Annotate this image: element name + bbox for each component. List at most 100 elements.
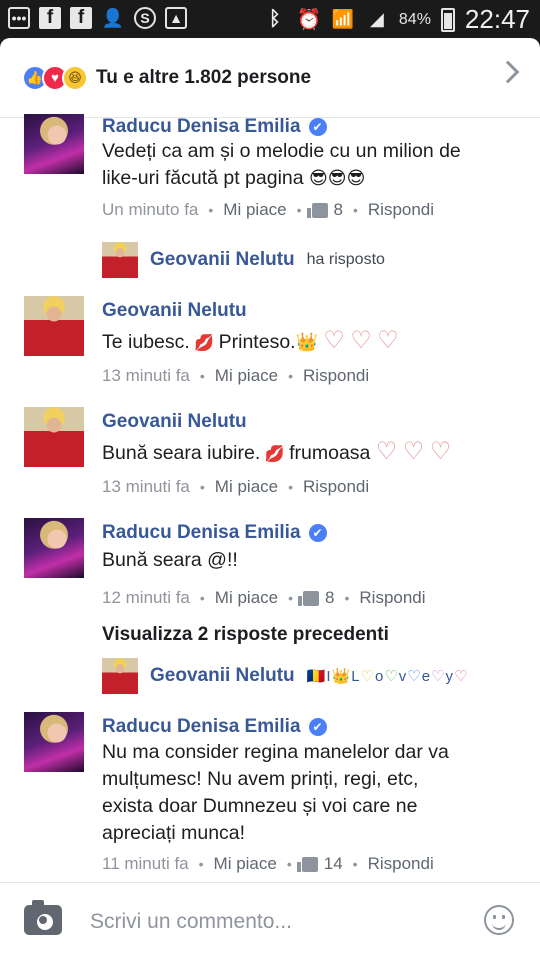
avatar[interactable] [24,712,84,772]
reply-letter: y [445,667,454,685]
comment-text: Vedeți ca am și o melodie cu un milion d… [102,138,461,192]
comment-author[interactable]: Geovanii Nelutu [102,300,247,322]
view-previous-replies[interactable]: Visualizza 2 risposte precedenti [102,624,389,646]
pink-heart-emoji-icon: ♡ [454,668,468,685]
comment-author[interactable]: Raducu Denisa Emilia ✔ [102,716,327,738]
chevron-right-icon[interactable] [496,60,520,84]
separator-dot: • [288,368,294,384]
reply-button[interactable]: Rispondi [368,854,434,874]
comment-time: 11 minuti fa [102,854,189,873]
avatar[interactable] [24,518,84,578]
reply-letter: o [374,667,384,685]
reply-author[interactable]: Geovanii Nelutu [150,249,295,271]
haha-reaction-icon: 😆 [62,64,88,91]
thumbs-up-icon [296,856,318,872]
separator-dot: • [352,202,358,218]
comment-text-part: Bună seara iubire. [102,442,261,464]
battery-percent: 84% [398,10,431,28]
message-icon: ••• [8,7,30,29]
verified-badge-icon: ✔ [308,717,327,736]
lips-emoji-icon: 💋 [260,446,290,463]
avatar[interactable] [24,296,84,356]
reply-button[interactable]: Rispondi [368,200,434,220]
comment-input[interactable] [90,905,450,939]
author-name[interactable]: Raducu Denisa Emilia [102,522,301,543]
reply-button[interactable]: Rispondi [303,477,369,497]
reply-letter: v [398,667,407,685]
comment-text: Te iubesc. 💋 Printeso.👑 ♡ ♡ ♡ [102,327,399,357]
like-button[interactable]: Mi piace [215,366,278,386]
avatar [102,242,138,278]
comment-text: Nu ma consider regina manelelor dar va m… [102,739,449,847]
thumbs-up-icon [298,590,320,606]
separator-dot: • [344,590,350,606]
separator-dot: • [199,590,205,606]
comment-meta: Un minuto fa • Mi piace • 8 • Rispondi [102,200,434,220]
separator-dot: • [288,590,294,606]
separator-dot: • [288,479,294,495]
like-button[interactable]: Mi piace [215,477,278,497]
emoji-icon[interactable] [484,905,514,935]
heart-emoji-icon: ♡ [323,327,345,354]
reply-summary[interactable]: Geovanii Nelutu 🇷🇴 I 👑 L ♡ o ♡ v ♡ e ♡ y… [102,658,467,694]
avatar[interactable] [24,407,84,467]
reply-button[interactable]: Rispondi [359,588,425,608]
comment-author[interactable]: Geovanii Nelutu [102,411,247,433]
crown-emoji-icon: 👑 [295,332,318,352]
comment-meta: 12 minuti fa • Mi piace • 8 • Rispondi [102,588,426,608]
lips-emoji-icon: 💋 [189,335,219,352]
like-count[interactable]: 8 [306,200,343,220]
reaction-icons: 👍 ♥ 😆 [22,64,88,91]
verified-badge-icon: ✔ [308,117,327,136]
heart-emoji-icon: ♡ [402,438,425,465]
author-name[interactable]: Raducu Denisa Emilia [102,116,301,137]
comment-line: exista doar Dumnezeu și voi care ne [102,795,418,817]
author-name[interactable]: Raducu Denisa Emilia [102,716,301,737]
battery-icon [440,7,455,32]
comment-meta: 13 minuti fa • Mi piace • Rispondi [102,477,369,497]
reply-preview: 🇷🇴 I 👑 L ♡ o ♡ v ♡ e ♡ y ♡ [306,667,468,686]
sunglasses-emoji-icon: 😎😎😎 [309,168,366,188]
comment-text-part: Te iubesc. [102,331,190,353]
like-count[interactable]: 14 [296,854,343,874]
comment-line: mulțumesc! Nu avem prinți, regi, etc, [102,768,419,790]
avatar[interactable] [24,114,84,174]
reactions-summary[interactable]: 👍 ♥ 😆 Tu e altre 1.802 persone [0,38,540,118]
comments-panel: 👍 ♥ 😆 Tu e altre 1.802 persone Raducu De… [0,38,540,960]
comment-text: Bună seara @!! [102,549,238,571]
wifi-icon: 📶 [331,9,355,29]
reply-letter: L [351,667,360,685]
avatar [102,658,138,694]
like-button[interactable]: Mi piace [223,200,286,220]
purple-heart-emoji-icon: ♡ [431,668,445,685]
reply-author[interactable]: Geovanii Nelutu [150,665,295,687]
comment-line: Vedeți ca am și o melodie cu un milion d… [102,140,461,162]
like-count-value: 8 [333,200,343,219]
reply-summary[interactable]: Geovanii Nelutu ha risposto [102,242,385,278]
notification-icons: ••• f f 👤 S ▲ [8,6,187,30]
heart-emoji-icon: ♡ [350,327,372,354]
comment-author[interactable]: Raducu Denisa Emilia ✔ [102,522,327,544]
separator-dot: • [352,856,358,872]
like-count[interactable]: 8 [298,588,334,608]
separator-dot: • [199,368,205,384]
reply-button[interactable]: Rispondi [303,366,369,386]
reply-letter: e [421,667,431,685]
skype-icon: S [134,7,156,29]
comment-text: Bună seara iubire. 💋 frumoasa ♡ ♡ ♡ [102,438,451,468]
blue-heart-emoji-icon: ♡ [407,668,421,685]
alarm-icon: ⏰ [296,9,322,31]
signal-icon: ◢ [369,9,384,29]
like-button[interactable]: Mi piace [215,588,278,608]
comment-line: Nu ma consider regina manelelor dar va [102,741,449,763]
like-button[interactable]: Mi piace [214,854,277,874]
clock: 22:47 [464,4,530,34]
comment-author[interactable]: Raducu Denisa Emilia ✔ [102,116,327,138]
comment-meta: 13 minuti fa • Mi piace • Rispondi [102,366,369,386]
camera-lens [39,916,47,924]
facebook-icon: f [70,7,92,29]
thumbs-up-icon [306,202,328,218]
camera-icon[interactable] [24,900,62,935]
flag-emoji-icon: 🇷🇴 [306,668,326,685]
heart-emoji-icon: ♡ [375,438,398,465]
